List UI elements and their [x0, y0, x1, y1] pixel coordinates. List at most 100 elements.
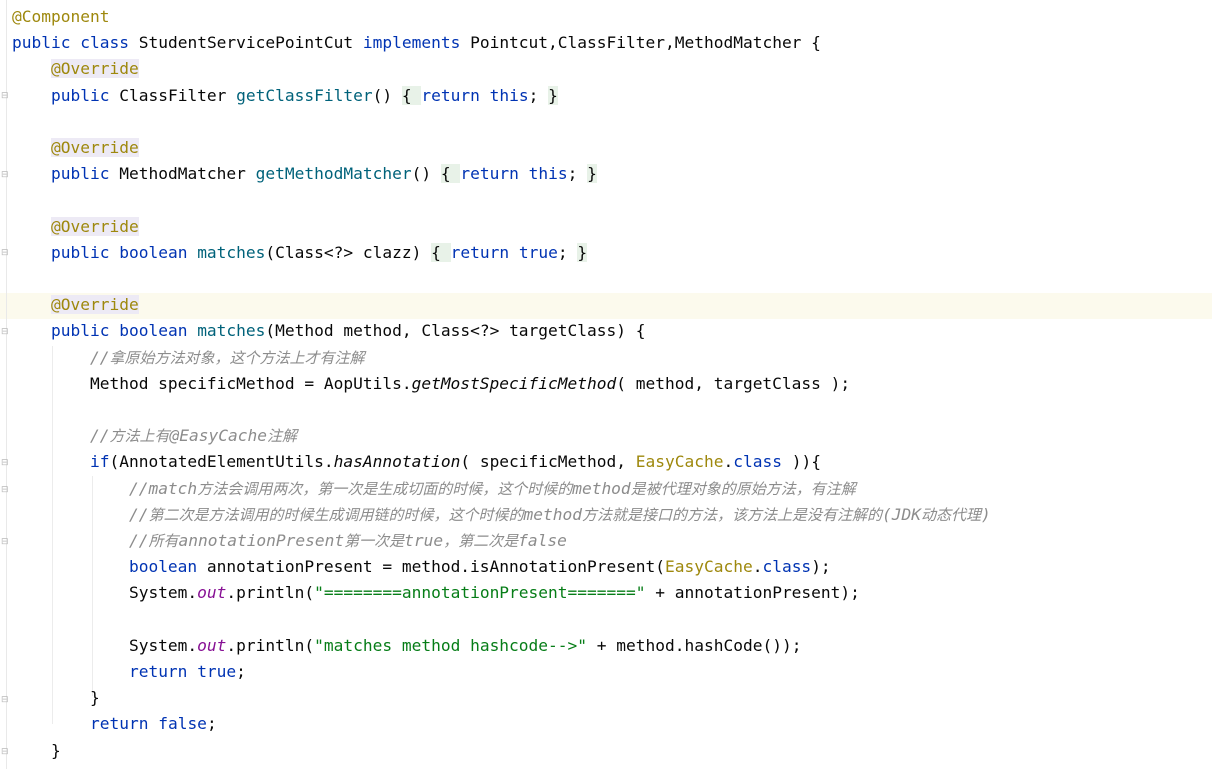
code-token: .: [752, 557, 763, 577]
code-token: //: [89, 347, 110, 367]
code-line[interactable]: boolean annotationPresent = method.isAnn…: [12, 554, 831, 580]
code-token: return: [89, 714, 159, 734]
code-line[interactable]: return true;: [12, 659, 246, 685]
code-line[interactable]: @Override: [12, 56, 139, 82]
code-token: EasyCache: [664, 557, 753, 577]
code-token: @Override: [50, 216, 139, 236]
code-line[interactable]: public class StudentServicePointCut impl…: [12, 30, 821, 56]
fold-marker-icon[interactable]: ⊟: [1, 696, 10, 705]
code-editor[interactable]: ⊟ ⊟ ⊟ ⊟ ⊟ ⊟ ⊟ ⊟ ⊟ @Component public class…: [0, 0, 1212, 769]
code-token: MethodMatcher: [119, 164, 256, 184]
fold-marker-icon[interactable]: ⊟: [1, 459, 10, 468]
code-line[interactable]: //match方法会调用两次，第一次是生成切面的时候，这个时候的method是被…: [12, 476, 856, 502]
code-line[interactable]: public boolean matches(Method method, Cl…: [12, 318, 646, 344]
code-token: )){: [781, 452, 821, 472]
code-token: }: [12, 740, 61, 760]
code-line[interactable]: public boolean matches(Class<?> clazz) {…: [12, 240, 588, 266]
code-token: StudentServicePointCut: [138, 33, 363, 53]
code-token: ;: [567, 164, 588, 184]
code-token: out: [197, 583, 227, 603]
code-token: {: [440, 164, 461, 184]
code-token: (JDK: [881, 504, 921, 524]
code-token: annotationPresent: [178, 531, 345, 550]
code-token: {: [431, 242, 451, 262]
caret-line-highlight: [0, 293, 1212, 319]
code-token: "matches method hashcode-->": [314, 635, 588, 655]
code-token: 拿原始方法对象，这个方法上才有注解: [109, 348, 365, 367]
code-token: matches: [197, 242, 266, 262]
fold-marker-icon[interactable]: ⊟: [1, 92, 10, 101]
code-token: .println(: [226, 583, 315, 603]
code-token: class: [733, 452, 782, 472]
fold-marker-icon[interactable]: ⊟: [1, 171, 10, 180]
code-line[interactable]: @Override: [12, 292, 139, 318]
code-token: ;: [206, 714, 217, 734]
code-token: boolean: [119, 321, 198, 341]
code-token: return: [460, 164, 529, 184]
fold-marker-icon[interactable]: ⊟: [1, 748, 10, 757]
fold-marker-icon[interactable]: ⊟: [1, 328, 10, 337]
fold-marker-icon[interactable]: ⊟: [1, 249, 10, 258]
code-token: EasyCache: [635, 452, 724, 472]
code-token: @EasyCache: [169, 426, 267, 446]
code-token: ClassFilter: [119, 85, 237, 105]
code-token: false: [518, 531, 567, 550]
code-token: ;: [557, 242, 578, 262]
code-line[interactable]: //第二次是方法调用的时候生成调用链的时候，这个时候的method方法就是接口的…: [12, 502, 991, 528]
code-line[interactable]: System.out.println("========annotationPr…: [12, 580, 860, 606]
code-token: public: [50, 321, 120, 341]
code-token: }: [12, 688, 100, 708]
code-line[interactable]: }: [12, 738, 61, 764]
code-line[interactable]: //拿原始方法对象，这个方法上才有注解: [12, 345, 365, 371]
code-token: this: [528, 164, 568, 184]
code-line[interactable]: public ClassFilter getClassFilter() { re…: [12, 83, 558, 109]
code-token: method: [572, 478, 631, 498]
code-line[interactable]: @Component: [12, 4, 109, 30]
code-token: {: [401, 85, 422, 105]
fold-marker-icon[interactable]: ⊟: [1, 538, 10, 547]
code-token: + method.hashCode());: [587, 635, 802, 655]
code-line[interactable]: //所有annotationPresent第一次是true，第二次是false: [12, 528, 567, 554]
code-line[interactable]: public MethodMatcher getMethodMatcher() …: [12, 161, 597, 187]
code-token: return: [128, 662, 198, 681]
code-token: method: [523, 504, 582, 524]
code-token: ;: [236, 662, 246, 681]
code-token: annotationPresent = method.isAnnotationP…: [206, 557, 665, 577]
code-token: return: [450, 242, 519, 262]
code-token: hasAnnotation: [333, 452, 461, 472]
code-token: .: [723, 452, 734, 472]
code-token: @Override: [50, 295, 139, 315]
fold-marker-icon[interactable]: ⊟: [1, 486, 10, 495]
code-token: }: [587, 164, 597, 184]
code-line[interactable]: System.out.println("matches method hashc…: [12, 633, 802, 659]
code-token: + annotationPresent);: [645, 583, 860, 603]
code-line[interactable]: return false;: [12, 711, 217, 737]
code-line[interactable]: @Override: [12, 135, 139, 161]
code-token: this: [489, 85, 529, 105]
code-token: System.: [12, 583, 198, 603]
code-token: ): [980, 504, 991, 524]
code-token: ;: [528, 85, 549, 105]
code-token: }: [577, 242, 588, 262]
code-token: (Class<?> clazz): [265, 242, 432, 262]
code-line[interactable]: }: [12, 685, 100, 711]
code-token: ( specificMethod,: [460, 452, 636, 472]
code-line[interactable]: Method specificMethod = AopUtils.getMost…: [12, 371, 850, 397]
code-line[interactable]: if(AnnotatedElementUtils.hasAnnotation( …: [12, 449, 821, 475]
code-line[interactable]: @Override: [12, 214, 139, 240]
code-line[interactable]: //方法上有@EasyCache注解: [12, 423, 297, 449]
code-token: .println(: [226, 635, 315, 655]
code-token: @Component: [12, 7, 110, 26]
